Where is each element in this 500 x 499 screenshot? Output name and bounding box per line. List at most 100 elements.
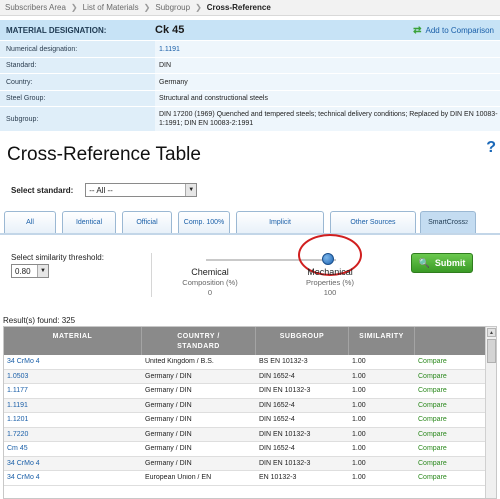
material-link[interactable]: 1.1177 (4, 387, 142, 394)
material-link[interactable]: 1.1201 (4, 416, 142, 423)
info-value: Structural and constructional steels (155, 91, 500, 106)
country-cell: Germany / DIN (145, 416, 192, 424)
country-cell: Germany / DIN (145, 387, 192, 395)
table-row: 1.1177 Germany / DIN DIN EN 10132-3 1.00 Com… (4, 384, 486, 399)
help-icon[interactable]: ? (486, 139, 496, 157)
column-header-country[interactable]: COUNTRY / STANDARD (142, 327, 256, 355)
chevron-right-icon: ❯ (143, 3, 151, 12)
column-header-country-l1: COUNTRY / (177, 333, 220, 340)
table-row: 1.0503 Germany / DIN DIN 1652-4 1.00 Compare (4, 369, 486, 384)
info-label: Numerical designation: (0, 41, 155, 57)
tab-smartcross-sup: 2 (465, 219, 468, 226)
table-row: 1.1191 Germany / DIN DIN 1652-4 1.00 Compare (4, 398, 486, 413)
info-row-standard: Standard: DIN (0, 58, 500, 74)
subgroup-cell: DIN 1652-4 (259, 372, 295, 380)
tab-other-sources[interactable]: Other Sources (330, 211, 416, 233)
column-header-similarity[interactable]: SIMILARITY (349, 327, 415, 355)
breadcrumb-subgroup[interactable]: Subgroup (155, 3, 190, 12)
compare-link[interactable]: Compare (415, 358, 486, 365)
chevron-right-icon: ❯ (70, 3, 78, 12)
compare-link[interactable]: Compare (415, 387, 486, 394)
info-value: Germany (155, 74, 500, 90)
chevron-right-icon: ❯ (195, 3, 202, 12)
info-row-steel-group: Steel Group: Structural and construction… (0, 91, 500, 107)
material-link[interactable]: 1.0503 (4, 373, 142, 380)
material-link[interactable]: 34 CrMo 4 (4, 358, 142, 365)
material-info: MATERIAL DESIGNATION: Ck 45 ⇄ Add to Com… (0, 20, 500, 132)
chevron-down-icon: ▼ (37, 265, 48, 277)
chemical-title: Chemical (191, 267, 229, 277)
country-cell: European Union / EN (145, 474, 212, 482)
similarity-cell: 1.00 (352, 459, 366, 467)
info-label: Steel Group: (0, 91, 155, 106)
vertical-scrollbar[interactable]: ▲ (485, 327, 496, 498)
tab-smartcross[interactable]: SmartCross 2 (420, 211, 476, 233)
material-link[interactable]: 1.7220 (4, 431, 142, 438)
material-link[interactable]: 34 CrMo 4 (4, 474, 142, 481)
table-body: 34 CrMo 4 United Kingdom / B.S. BS EN 1013… (4, 355, 486, 486)
similarity-select[interactable]: 0.80 ▼ (11, 264, 49, 278)
compare-link[interactable]: Compare (415, 402, 486, 409)
similarity-cell: 1.00 (352, 387, 366, 395)
info-value: DIN 17200 (1969) Quenched and tempered s… (155, 107, 500, 131)
country-cell: Germany / DIN (145, 445, 192, 453)
info-value: DIN (155, 58, 500, 73)
material-link[interactable]: 1.1191 (4, 402, 142, 409)
compare-link[interactable]: Compare (415, 416, 486, 423)
tab-bar: All Identical Official Comp. 100% Implic… (0, 211, 500, 235)
mechanical-properties-label: Mechanical Properties (%) 100 (296, 267, 364, 297)
similarity-select-value: 0.80 (15, 266, 31, 276)
similarity-cell: 1.00 (352, 372, 366, 380)
search-icon: 🔍 (418, 257, 430, 268)
compare-link[interactable]: Compare (415, 445, 486, 452)
similarity-cell: 1.00 (352, 401, 366, 409)
column-header-material[interactable]: MATERIAL (4, 327, 142, 355)
page-title: Cross-Reference Table (7, 144, 201, 165)
tab-comp-100[interactable]: Comp. 100% (178, 211, 230, 233)
compare-link[interactable]: Compare (415, 460, 486, 467)
tab-identical[interactable]: Identical (62, 211, 116, 233)
divider (151, 253, 152, 297)
info-row-subgroup: Subgroup: DIN 17200 (1969) Quenched and … (0, 107, 500, 132)
swap-arrows-icon: ⇄ (413, 24, 422, 36)
chemical-composition-label: Chemical Composition (%) 0 (172, 267, 248, 297)
standard-select[interactable]: -- All -- ▼ (85, 183, 198, 197)
subgroup-cell: BS EN 10132-3 (259, 358, 308, 366)
breadcrumb-subscribers[interactable]: Subscribers Area (5, 3, 66, 12)
mechanical-value: 100 (323, 288, 337, 297)
cross-reference-table: MATERIAL COUNTRY / STANDARD SUBGROUP SIM… (3, 326, 497, 499)
similarity-cell: 1.00 (352, 416, 366, 424)
tab-all[interactable]: All (4, 211, 56, 233)
compare-link[interactable]: Compare (415, 373, 486, 380)
tab-official[interactable]: Official (122, 211, 172, 233)
country-cell: Germany / DIN (145, 372, 192, 380)
submit-button[interactable]: 🔍 Submit (411, 253, 473, 273)
compare-link[interactable]: Compare (415, 431, 486, 438)
similarity-cell: 1.00 (352, 445, 366, 453)
breadcrumb-list-of-materials[interactable]: List of Materials (83, 3, 139, 12)
table-row: Cm 45 Germany / DIN DIN 1652-4 1.00 Compare (4, 442, 486, 457)
subgroup-cell: DIN 1652-4 (259, 416, 295, 424)
tab-implicit[interactable]: Implicit (236, 211, 324, 233)
chemical-value: 0 (207, 288, 213, 297)
material-link[interactable]: 34 CrMo 4 (4, 460, 142, 467)
country-cell: Germany / DIN (145, 430, 192, 438)
mechanical-title: Mechanical (307, 267, 353, 277)
scroll-up-icon[interactable]: ▲ (487, 328, 496, 337)
add-to-comparison-link[interactable]: ⇄ Add to Comparison (405, 25, 500, 36)
subgroup-cell: DIN EN 10132-3 (259, 387, 311, 395)
numerical-designation-link[interactable]: 1.1191 (155, 41, 500, 57)
compare-link[interactable]: Compare (415, 474, 486, 481)
column-header-subgroup[interactable]: SUBGROUP (256, 327, 349, 355)
info-label: Subgroup: (0, 107, 155, 131)
info-row-country: Country: Germany (0, 74, 500, 91)
subgroup-cell: DIN 1652-4 (259, 401, 295, 409)
material-link[interactable]: Cm 45 (4, 445, 142, 452)
similarity-cell: 1.00 (352, 430, 366, 438)
table-row: 1.7220 Germany / DIN DIN EN 10132-3 1.00 Com… (4, 427, 486, 442)
scroll-thumb[interactable] (487, 339, 496, 363)
info-row-numerical: Numerical designation: 1.1191 (0, 41, 500, 58)
country-cell: United Kingdom / B.S. (145, 358, 214, 366)
country-cell: Germany / DIN (145, 401, 192, 409)
submit-label: Submit (434, 258, 466, 268)
